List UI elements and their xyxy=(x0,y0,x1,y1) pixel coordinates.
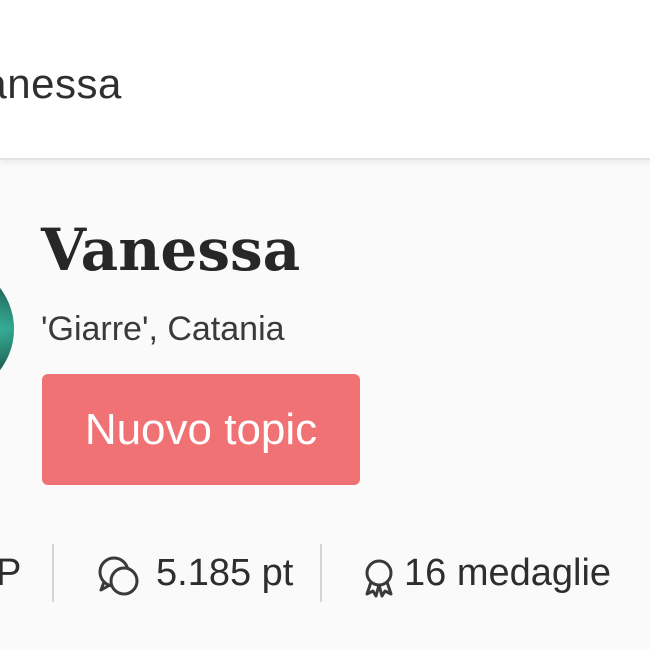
stat-medals: 16 medaglie xyxy=(404,552,612,594)
header-title: Vanessa xyxy=(0,60,122,107)
new-topic-button[interactable]: Nuovo topic xyxy=(42,374,360,485)
profile-name: Vanessa xyxy=(41,216,301,284)
stats-row: P 5.185 pt 16 medaglie xyxy=(0,540,650,606)
stat-partial: P xyxy=(0,552,22,594)
stat-divider xyxy=(320,544,322,602)
speech-bubbles-icon xyxy=(96,554,142,598)
stat-divider xyxy=(52,544,54,602)
medal-icon xyxy=(360,558,398,598)
stat-points: 5.185 pt xyxy=(156,552,294,594)
profile-location: 'Giarre', Catania xyxy=(41,310,285,348)
profile-page: Vanessa Vanessa 'Giarre', Catania Nuovo … xyxy=(0,0,650,650)
avatar[interactable] xyxy=(0,262,14,396)
top-header: Vanessa xyxy=(0,0,650,160)
